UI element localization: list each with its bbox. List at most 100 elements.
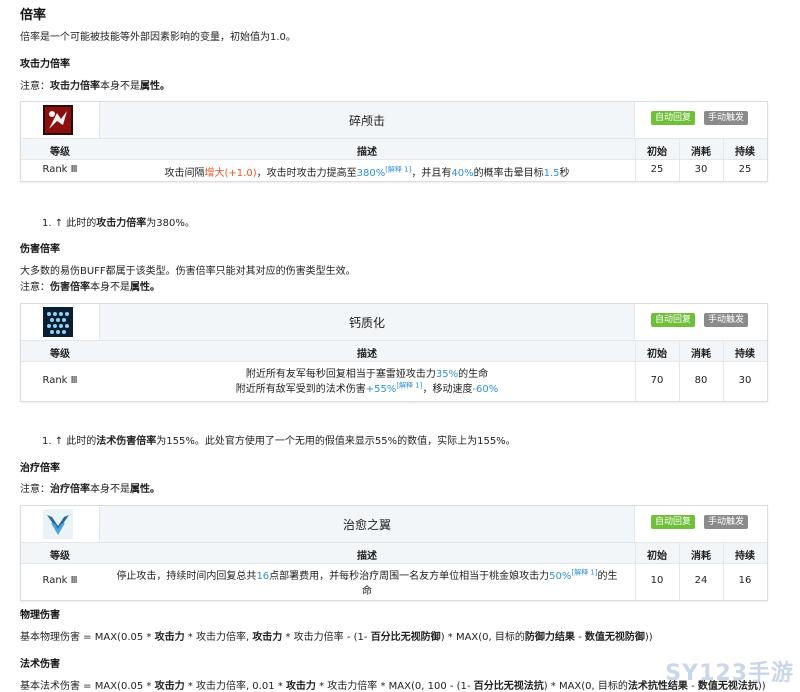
skill-name: 钙质化 <box>99 304 635 340</box>
section-intro: 倍率是一个可能被技能等外部因素影响的变量，初始值为1.0。 <box>20 32 296 43</box>
healing-wings-icon <box>43 509 73 539</box>
desc-text: ，并且有 <box>411 168 452 179</box>
damage-desc: 大多数的易伤BUFF都属于该类型。伤害倍率只能对其对应的伤害类型生效。 <box>20 266 356 277</box>
formula-text: - <box>574 632 585 643</box>
atk-note: 注意：攻击力倍率本身不是属性。 <box>20 77 170 92</box>
formula-term: 攻击力 <box>154 681 185 692</box>
footnote-link[interactable]: [解释 1] <box>396 382 422 390</box>
skill-level: Rank Ⅲ <box>42 575 78 586</box>
note-prefix: 注意： <box>20 81 50 92</box>
note-prefix: 注意： <box>20 282 50 293</box>
desc-text: ，攻击时攻击力提高至 <box>256 168 357 179</box>
desc-text: 的概率击晕目标 <box>473 168 544 179</box>
skill-table-header: 等级 描述 初始 消耗 持续 <box>21 138 767 160</box>
col-initial: 初始 <box>647 551 667 562</box>
desc-value: 35% <box>435 369 459 380</box>
desc-value: 50% <box>549 571 572 582</box>
formula-text: 基本物理伤害 = MAX(0.05 * <box>20 632 155 643</box>
footnote-text: 为155%。此处官方使用了一个无用的假值来显示55%的数值，实际上为155%。 <box>156 436 516 447</box>
heal-note: 注意：治疗倍率本身不是属性。 <box>20 480 160 495</box>
skill-row: Rank Ⅲ 附近所有友军每秒回复相当于塞雷娅攻击力35%的生命 附近所有敌军受… <box>21 361 767 401</box>
formula-text: ) * MAX(0, 目标的 <box>440 632 525 643</box>
tag-manual-trigger: 手动触发 <box>704 111 749 125</box>
col-level: 等级 <box>50 551 70 562</box>
col-cost: 消耗 <box>691 147 711 158</box>
skill-row: Rank Ⅲ 停止攻击，持续时间内回复总共16点部署费用，并每秒治疗周围一名友方… <box>21 563 767 599</box>
note-term: 攻击力倍率 <box>50 81 100 92</box>
skill-duration: 30 <box>738 375 752 386</box>
note-prefix: 注意： <box>20 484 50 495</box>
skill-duration: 16 <box>738 575 752 586</box>
skill-table-header: 等级 描述 初始 消耗 持续 <box>21 340 767 362</box>
heading-atk-multiplier: 攻击力倍率 <box>20 59 70 70</box>
desc-text: 的生 <box>597 571 618 582</box>
tag-auto-recovery: 自动回复 <box>651 313 696 327</box>
skill-cost: 30 <box>694 164 708 175</box>
desc-text: ，移动速度 <box>422 384 473 395</box>
col-desc: 描述 <box>357 147 377 158</box>
col-duration: 持续 <box>735 147 755 158</box>
skill-level: Rank Ⅲ <box>42 375 78 386</box>
footnote-link[interactable]: [解释 1] <box>571 569 597 577</box>
magic-formula: 基本法术伤害 = MAX(0.05 * 攻击力 * 攻击力倍率, 0.01 * … <box>20 677 766 692</box>
col-initial: 初始 <box>647 349 667 360</box>
formula-term: 攻击力 <box>285 681 316 692</box>
desc-text: 点部署费用，并每秒治疗周围一名友方单位相当于桃金娘攻击力 <box>269 571 550 582</box>
skill-cost: 24 <box>694 575 708 586</box>
formula-term: 数值无视防御 <box>584 632 645 643</box>
formula-term: 百分比无视法抗 <box>473 681 544 692</box>
col-duration: 持续 <box>735 349 755 360</box>
desc-text: 停止攻击，持续时间内回复总共 <box>116 571 257 582</box>
col-level: 等级 <box>50 349 70 360</box>
physical-formula: 基本物理伤害 = MAX(0.05 * 攻击力 * 攻击力倍率, 攻击力 * 攻… <box>20 628 653 643</box>
footnote-text: 为380%。 <box>146 218 195 229</box>
skill-table-header: 等级 描述 初始 消耗 持续 <box>21 542 767 564</box>
desc-text: 的生命 <box>458 369 489 380</box>
formula-term: 攻击力 <box>252 632 283 643</box>
desc-text: 秒 <box>559 168 570 179</box>
footnote-term: 法术伤害倍率 <box>96 436 157 447</box>
desc-text: 命 <box>362 586 372 597</box>
site-watermark: SY123手游 <box>665 661 794 686</box>
note-mid: 本身不是 <box>90 282 130 293</box>
skill-cost: 80 <box>694 375 708 386</box>
col-level: 等级 <box>50 147 70 158</box>
formula-text: * 攻击力倍率, <box>184 632 253 643</box>
skill-initial: 70 <box>650 375 664 386</box>
desc-text: 攻击间隔 <box>164 168 205 179</box>
heading-physical-damage: 物理伤害 <box>20 610 60 621</box>
formula-text: 基本法术伤害 = MAX(0.05 * <box>20 681 155 692</box>
note-term: 治疗倍率 <box>50 484 90 495</box>
heading-heal-multiplier: 治疗倍率 <box>20 463 60 474</box>
col-desc: 描述 <box>357 349 377 360</box>
note-end: 属性。 <box>140 81 170 92</box>
skill-row: Rank Ⅲ 攻击间隔增大(+1.0)，攻击时攻击力提高至380%[解释 1]，… <box>21 159 767 181</box>
skill-card-healing-wings: 治愈之翼 自动回复 手动触发 等级 描述 初始 消耗 持续 Rank Ⅲ 停止攻… <box>20 505 768 601</box>
footnote-prefix: 1. ↑ 此时的 <box>42 218 97 229</box>
skill-name: 碎颅击 <box>99 102 635 138</box>
desc-value: 16 <box>256 571 270 582</box>
col-cost: 消耗 <box>691 551 711 562</box>
heading-magic-damage: 法术伤害 <box>20 659 60 670</box>
desc-text: 附近所有友军每秒回复相当于塞雷娅攻击力 <box>245 369 436 380</box>
note-end: 属性。 <box>130 484 160 495</box>
desc-value: 380% <box>356 168 386 179</box>
skill-desc: 附近所有友军每秒回复相当于塞雷娅攻击力35%的生命 附近所有敌军受到的法术伤害+… <box>99 365 635 395</box>
skill-level: Rank Ⅲ <box>42 164 78 175</box>
formula-text: ) * MAX(0, 目标的 <box>543 681 628 692</box>
col-initial: 初始 <box>647 147 667 158</box>
col-desc: 描述 <box>357 551 377 562</box>
footnote-link[interactable]: [解释 1] <box>385 166 411 174</box>
col-cost: 消耗 <box>691 349 711 360</box>
note-mid: 本身不是 <box>90 484 130 495</box>
formula-text: * 攻击力倍率 - (1- <box>282 632 371 643</box>
footnote-term: 攻击力倍率 <box>96 218 147 229</box>
formula-text: )) <box>644 632 653 643</box>
note-mid: 本身不是 <box>100 81 140 92</box>
skill-name: 治愈之翼 <box>99 506 635 542</box>
footnote-prefix: 1. ↑ 此时的 <box>42 436 97 447</box>
note-term: 伤害倍率 <box>50 282 90 293</box>
calcification-icon <box>43 307 73 337</box>
desc-value: -60% <box>472 384 499 395</box>
footnote: 1. ↑ 此时的攻击力倍率为380%。 <box>42 214 195 229</box>
